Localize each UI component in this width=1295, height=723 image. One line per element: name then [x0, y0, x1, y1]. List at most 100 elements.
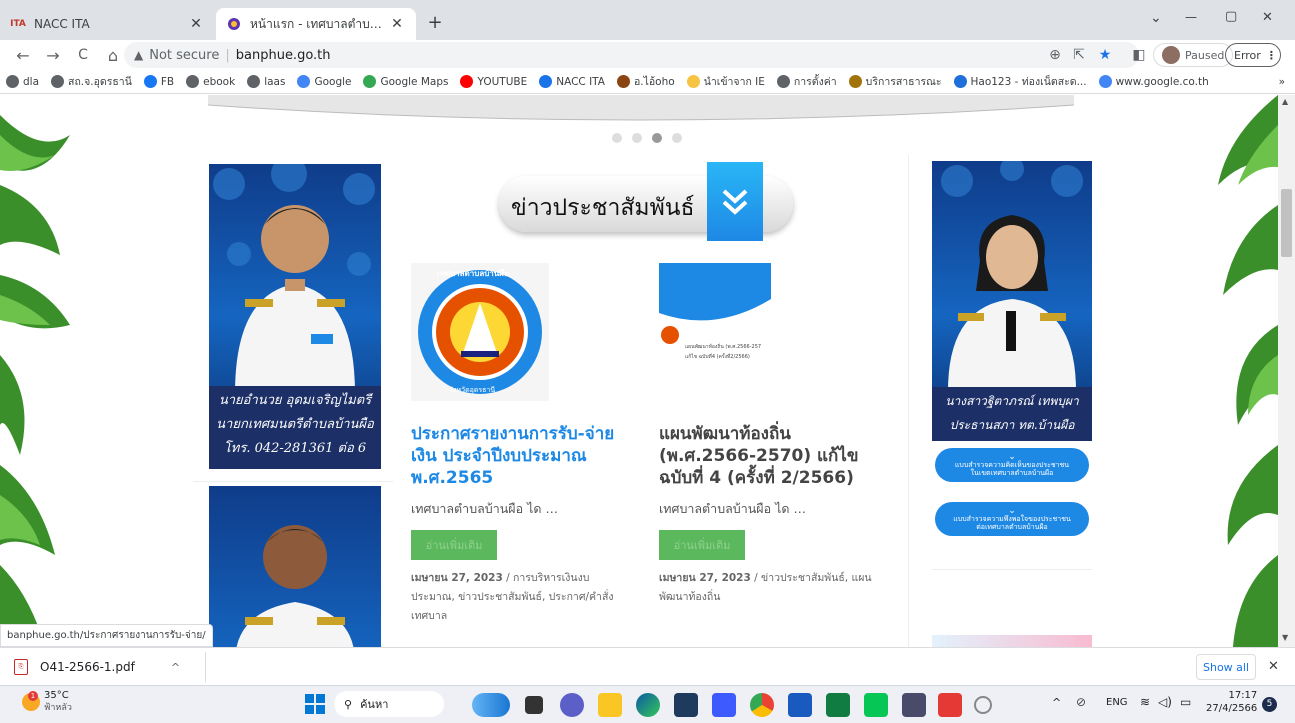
show-all-button[interactable]: Show all [1196, 654, 1256, 680]
survey-satisfaction-button[interactable]: ⌄ แบบสำรวจความพึงพอใจของประชาชน ต่อเทศบา… [935, 502, 1089, 536]
download-item[interactable]: ⎘ O41-2566-1.pdf ^ [14, 654, 204, 680]
close-tab-icon[interactable]: ✕ [187, 16, 205, 32]
scroll-up-icon[interactable]: ▲ [1282, 97, 1288, 106]
weather-widget[interactable]: 1 35°C ฟ้าหลัว [22, 690, 72, 714]
line-icon[interactable] [864, 693, 888, 717]
bookmark-2[interactable]: FB [143, 75, 175, 88]
post-thumbnail[interactable]: แผนพัฒนาท้องถิ่น (พ.ศ.2566-257 แก้ไข ฉบั… [659, 263, 771, 401]
post-2: แผนพัฒนาท้องถิ่น (พ.ศ.2566-257 แก้ไข ฉบั… [659, 263, 889, 607]
chevron-down-icon [707, 162, 763, 241]
excel-icon[interactable] [826, 693, 850, 717]
page-scrollbar[interactable]: ▲ ▼ [1278, 95, 1295, 647]
language-indicator[interactable]: ENG [1106, 697, 1128, 708]
profile-button[interactable]: Paused [1153, 43, 1234, 67]
globe-icon [186, 75, 200, 88]
new-tab-button[interactable]: + [424, 12, 446, 34]
slider-dot[interactable] [672, 133, 682, 143]
forward-button[interactable]: → [40, 42, 66, 68]
bookmark-0[interactable]: dla [6, 75, 39, 88]
close-downloads-icon[interactable]: ✕ [1268, 659, 1279, 674]
bookmark-4[interactable]: laas [247, 75, 285, 88]
chat-icon[interactable] [560, 693, 584, 717]
notification-badge[interactable]: 5 [1262, 697, 1277, 712]
bookmark-12[interactable]: บริการสาธารณะ [848, 73, 942, 90]
bookmark-11[interactable]: การตั้งค่า [776, 73, 837, 90]
bookmark-label: FB [160, 75, 175, 88]
network-off-icon[interactable]: ⊘ [1076, 695, 1086, 709]
deputy-card[interactable] [209, 486, 381, 647]
slider-dots[interactable] [612, 133, 682, 143]
maps-icon [363, 75, 377, 88]
taskbar-search[interactable]: ⚲ ค้นหา [334, 691, 444, 717]
read-more-button[interactable]: อ่านเพิ่มเติม [411, 530, 497, 560]
council-president-card[interactable]: นางสาวฐิตาภรณ์ เทพบุผา ประธานสภา ทต.บ้าน… [932, 161, 1092, 441]
post-title[interactable]: ประกาศรายงานการรับ-จ่ายเงิน ประจำปีงบประ… [411, 423, 626, 489]
home-button[interactable]: ⌂ [100, 42, 126, 68]
post-title[interactable]: แผนพัฒนาท้องถิ่น (พ.ศ.2566-2570) แก้ไขฉบ… [659, 423, 874, 489]
mayor-card[interactable]: นายอำนวย อุดมเจริญไมตรี นายกเทศมนตรีตำบล… [209, 164, 381, 469]
bookmark-13[interactable]: Hao123 - ท่องเน็ตสะด... [953, 73, 1087, 90]
bookmark-7[interactable]: YOUTUBE [460, 75, 527, 88]
slider-dot[interactable] [632, 133, 642, 143]
url-text: banphue.go.th [235, 47, 331, 63]
reload-button[interactable]: C [70, 42, 96, 68]
download-filename: O41-2566-1.pdf [40, 660, 135, 674]
bookmark-5[interactable]: Google [297, 75, 351, 88]
scroll-down-icon[interactable]: ▼ [1282, 633, 1288, 642]
chrome-icon[interactable] [750, 693, 774, 717]
bookmark-10[interactable]: นำเข้าจาก IE [686, 73, 765, 90]
tab-banphue[interactable]: หน้าแรก - เทศบาลตำบลบ้านผือ อำเภ ✕ [216, 8, 416, 40]
error-button[interactable]: Error ⋮ [1225, 43, 1281, 67]
clock[interactable]: 17:17 27/4/2566 [1206, 689, 1257, 715]
slider-dot-active[interactable] [652, 133, 662, 143]
bookmark-14[interactable]: www.google.co.th [1098, 75, 1209, 88]
globe-icon [247, 75, 261, 88]
sidebar-thumbnail-image[interactable] [932, 635, 1092, 647]
weather-icon: 1 [22, 691, 40, 711]
minimize-button[interactable]: — [1185, 10, 1197, 24]
bookmark-9[interactable]: อ.ไอ้oho [616, 73, 675, 90]
wifi-icon[interactable]: ≋ [1140, 695, 1150, 709]
task-view-icon[interactable] [525, 696, 543, 714]
tab-search-icon[interactable]: ⌄ [1150, 10, 1162, 26]
close-tab-icon[interactable]: ✕ [388, 16, 406, 32]
battery-icon[interactable]: ▭ [1180, 695, 1191, 709]
word-icon[interactable] [788, 693, 812, 717]
tab-title: NACC ITA [34, 17, 90, 31]
star-icon[interactable]: ★ [1094, 44, 1116, 66]
mayor-portrait-image [235, 205, 355, 394]
share-icon[interactable]: ⇱ [1068, 44, 1090, 66]
post-thumbnail[interactable]: เทศบาลตำบลบ้านผือ จังหวัดอุดรธานี [411, 263, 549, 401]
volume-icon[interactable]: ◁) [1158, 695, 1172, 709]
file-explorer-icon[interactable] [598, 693, 622, 717]
widget-app-icon[interactable] [472, 693, 510, 717]
windows-start-icon[interactable] [305, 694, 325, 714]
back-button[interactable]: ← [10, 42, 36, 68]
zoom-icon[interactable]: ⊕ [1044, 44, 1066, 66]
photo-app-icon[interactable] [712, 693, 736, 717]
address-bar[interactable]: ▲ Not secure | banphue.go.th [124, 42, 1139, 68]
tab-nacc-ita[interactable]: ITA NACC ITA ✕ [0, 8, 215, 40]
slider-dot[interactable] [612, 133, 622, 143]
close-window-button[interactable]: ✕ [1262, 10, 1273, 25]
tab-strip: ITA NACC ITA ✕ หน้าแรก - เทศบาลตำบลบ้านผ… [0, 0, 1295, 40]
more-icon: ⋮ [1265, 48, 1277, 62]
restore-button[interactable]: ▢ [1225, 9, 1237, 24]
bookmark-6[interactable]: Google Maps [363, 75, 448, 88]
side-panel-icon[interactable]: ◧ [1128, 44, 1150, 66]
loading-icon[interactable] [974, 696, 992, 714]
survey-opinion-button[interactable]: ⌄ แบบสำรวจความคิดเห็นของประชาชน ในเขตเทศ… [935, 448, 1089, 482]
chevron-up-icon[interactable]: ^ [171, 661, 180, 674]
store-icon[interactable] [674, 693, 698, 717]
bookmark-1[interactable]: สถ.จ.อุดรธานี [51, 73, 132, 90]
read-more-button[interactable]: อ่านเพิ่มเติม [659, 530, 745, 560]
pdf-reader-icon[interactable] [938, 693, 962, 717]
edge-icon[interactable] [636, 693, 660, 717]
scroll-thumb[interactable] [1281, 189, 1292, 257]
bookmark-3[interactable]: ebook [186, 75, 235, 88]
bookmark-8[interactable]: NACC ITA [539, 75, 605, 88]
weather-temp: 35°C [44, 690, 69, 701]
app-icon[interactable] [902, 693, 926, 717]
tray-chevron-icon[interactable]: ^ [1052, 696, 1061, 709]
bookmarks-overflow-button[interactable]: » [1279, 76, 1285, 88]
